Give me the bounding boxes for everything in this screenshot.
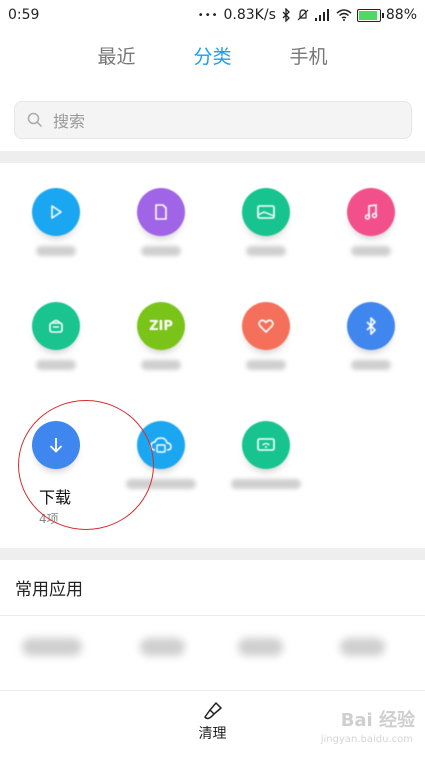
search-placeholder: 搜索 [53,112,86,131]
blurred-app[interactable] [140,638,185,656]
tab-phone[interactable]: 手机 [290,42,328,82]
category-video[interactable] [3,188,109,256]
battery-level: 88% [385,7,417,23]
blurred-label [141,246,181,256]
battery-icon [356,8,384,22]
status-time: 0:59 [8,7,40,23]
blurred-label [231,479,301,489]
common-apps-row [0,630,425,680]
annotation-circle [18,400,154,530]
bluetooth-icon [347,302,395,350]
category-image[interactable] [213,188,319,256]
category-remote[interactable] [213,421,319,489]
wifi-icon [336,9,352,21]
clean-label: 清理 [198,726,227,742]
music-icon [347,188,395,236]
blurred-app[interactable] [22,638,82,656]
section-divider [0,548,425,560]
baidu-watermark-url: jingyan.baidu.com [320,734,413,745]
blurred-app[interactable] [238,638,283,656]
category-favorites[interactable] [213,302,319,370]
zip-icon: ZIP [137,302,185,350]
search-input[interactable]: 搜索 [14,101,412,139]
status-bar: 0:59 ••• 0.83K/s 88% [0,0,425,30]
tab-recent[interactable]: 最近 [97,42,135,82]
tab-categories[interactable]: 分类 [193,42,231,82]
category-document[interactable] [108,188,214,256]
broom-icon [203,702,222,720]
category-music[interactable] [318,188,424,256]
net-speed: 0.83K/s [223,7,276,23]
blurred-label [36,360,76,370]
zip-text: ZIP [149,318,173,334]
blurred-label [351,360,391,370]
signal-icon [314,9,329,21]
blurred-app[interactable] [340,638,385,656]
remote-icon [242,421,290,469]
bluetooth-status-icon [282,8,290,22]
image-icon [242,188,290,236]
category-zip[interactable]: ZIP [108,302,214,370]
clean-button[interactable]: 清理 [199,701,227,743]
baidu-watermark: Bai 经验 [340,710,415,731]
heart-icon [242,302,290,350]
blurred-label [36,246,76,256]
blurred-label [351,246,391,256]
blurred-label [141,360,181,370]
blurred-label [246,246,286,256]
category-bluetooth[interactable] [318,302,424,370]
play-icon [32,188,80,236]
top-tabs: 最近 分类 手机 [0,42,425,82]
divider-line [0,615,425,616]
search-icon [27,112,43,128]
status-right: ••• 0.83K/s 88% [198,7,417,23]
common-apps-title: 常用应用 [15,580,83,600]
document-icon [137,188,185,236]
section-divider [0,151,425,163]
notification-dots-icon: ••• [197,9,219,21]
category-apk[interactable] [3,302,109,370]
blurred-label [246,360,286,370]
mute-icon [297,9,309,21]
apk-icon [32,302,80,350]
